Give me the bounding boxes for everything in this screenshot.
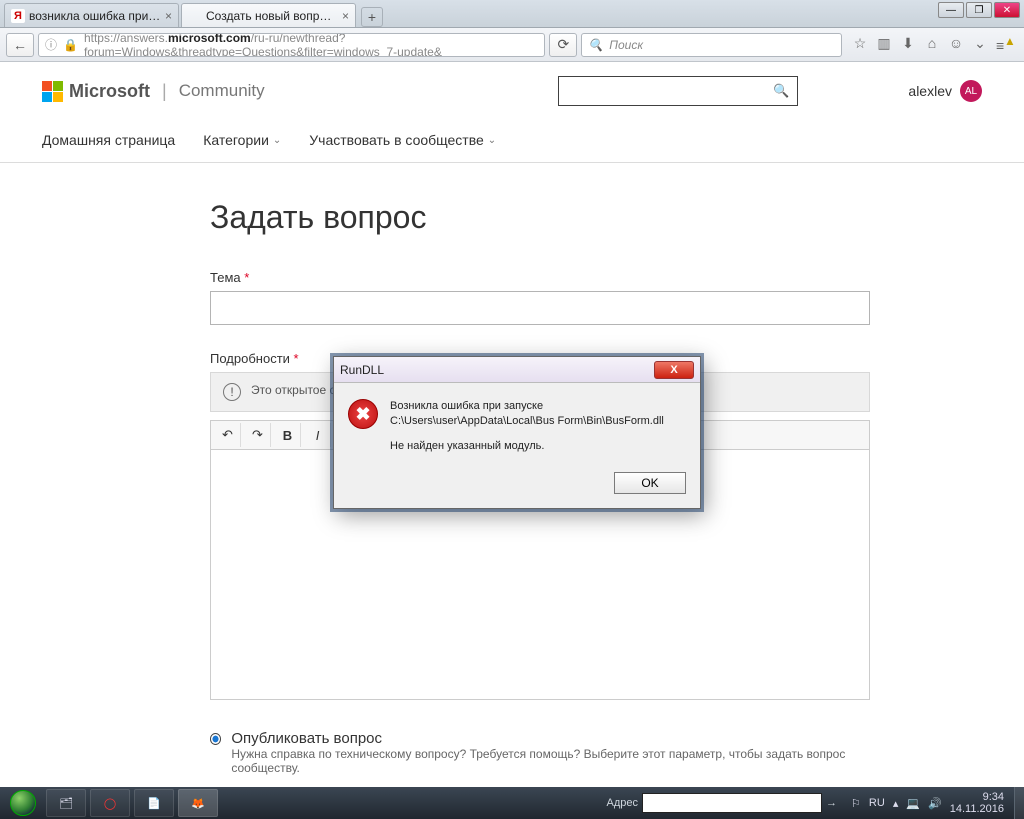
- error-icon: ✖: [348, 399, 378, 429]
- home-icon[interactable]: ⌂: [924, 35, 940, 54]
- dialog-body: ✖ Возникла ошибка при запуске C:\Users\u…: [334, 383, 700, 464]
- nav-categories[interactable]: Категории⌄: [203, 132, 281, 148]
- menu-icon[interactable]: ≡▲: [996, 35, 1012, 54]
- lock-icon: 🔒: [63, 38, 78, 52]
- reload-button[interactable]: ⟳: [549, 33, 577, 57]
- chevron-down-icon: ⌄: [273, 135, 281, 146]
- new-tab-button[interactable]: +: [361, 7, 383, 27]
- tab-title: возникла ошибка при зап...: [29, 9, 161, 23]
- tab-title: Создать новый вопрос ил...: [206, 9, 338, 23]
- close-icon[interactable]: ×: [342, 9, 349, 23]
- undo-button[interactable]: ↶: [215, 423, 241, 447]
- taskbar-firefox[interactable]: 🦊: [178, 789, 218, 817]
- site-header: Microsoft | Community 🔍 alexlev AL: [0, 62, 1024, 114]
- tray-lang[interactable]: RU: [869, 797, 885, 809]
- site-search-input[interactable]: 🔍: [558, 76, 798, 106]
- maximize-button[interactable]: ❐: [966, 2, 992, 18]
- taskbar-address-input[interactable]: [642, 793, 822, 813]
- tray-up-icon[interactable]: ▴: [893, 797, 899, 810]
- browser-tabbar: Я возникла ошибка при зап... × Создать н…: [0, 0, 1024, 28]
- url-text: https://answers.microsoft.com/ru-ru/newt…: [84, 33, 538, 57]
- browser-tab-2[interactable]: Создать новый вопрос ил... ×: [181, 3, 356, 27]
- show-desktop-button[interactable]: [1014, 787, 1024, 819]
- url-input[interactable]: ⓘ 🔒 https://answers.microsoft.com/ru-ru/…: [38, 33, 545, 57]
- dialog-message-1: Возникла ошибка при запуске C:\Users\use…: [390, 399, 684, 429]
- windows-icon: [10, 790, 36, 816]
- minimize-button[interactable]: —: [938, 2, 964, 18]
- tray-clock[interactable]: 9:34 14.11.2016: [950, 791, 1008, 815]
- microsoft-logo[interactable]: Microsoft: [42, 81, 150, 102]
- publish-option[interactable]: Опубликовать вопрос Нужна справка по тех…: [210, 730, 870, 775]
- tray-flag-icon[interactable]: ⚐: [851, 797, 861, 810]
- divider: |: [162, 81, 167, 102]
- dialog-ok-button[interactable]: OK: [614, 472, 686, 494]
- chevron-down-icon: ⌄: [488, 135, 496, 146]
- taskbar-opera[interactable]: ◯: [90, 789, 130, 817]
- brand-text: Microsoft: [69, 81, 150, 102]
- search-placeholder: Поиск: [609, 38, 643, 52]
- go-icon[interactable]: →: [822, 797, 841, 809]
- subject-label: Тема *: [210, 270, 870, 285]
- bookmark-icon[interactable]: ☆: [852, 35, 868, 54]
- taskbar-address: Адрес →: [607, 793, 842, 813]
- main-nav: Домашняя страница Категории⌄ Участвовать…: [0, 114, 1024, 163]
- publish-title: Опубликовать вопрос: [231, 730, 870, 747]
- bold-button[interactable]: B: [275, 423, 301, 447]
- start-button[interactable]: [4, 789, 42, 817]
- smile-icon[interactable]: ☺: [948, 35, 964, 54]
- page-viewport: Microsoft | Community 🔍 alexlev AL Домаш…: [0, 62, 1024, 787]
- search-icon: 🔍: [588, 38, 603, 52]
- avatar: AL: [960, 80, 982, 102]
- tray-network-icon[interactable]: 💻: [906, 797, 920, 810]
- microsoft-icon: [42, 81, 63, 102]
- browser-search-input[interactable]: 🔍 Поиск: [581, 33, 842, 57]
- clock-date: 14.11.2016: [950, 803, 1004, 815]
- user-menu[interactable]: alexlev AL: [908, 80, 982, 102]
- yandex-icon: Я: [11, 9, 25, 23]
- taskbar-explorer[interactable]: 🗂: [46, 789, 86, 817]
- user-name: alexlev: [908, 83, 952, 99]
- italic-button[interactable]: I: [305, 423, 331, 447]
- close-icon[interactable]: ×: [165, 9, 172, 23]
- download-icon[interactable]: ⬇: [900, 35, 916, 54]
- browser-tab-1[interactable]: Я возникла ошибка при зап... ×: [4, 3, 179, 27]
- dialog-message-2: Не найден указанный модуль.: [390, 439, 684, 454]
- error-dialog: RunDLL X ✖ Возникла ошибка при запуске C…: [333, 356, 701, 509]
- pocket-icon[interactable]: ⌄: [972, 35, 988, 54]
- windows-taskbar: 🗂 ◯ 📄 🦊 Адрес → ⚐ RU ▴ 💻 🔊 9:34 14.11.20…: [0, 787, 1024, 819]
- window-controls: — ❐ ✕: [936, 2, 1020, 18]
- info-icon: !: [223, 383, 241, 401]
- dialog-close-button[interactable]: X: [654, 361, 694, 379]
- nav-home[interactable]: Домашняя страница: [42, 132, 175, 148]
- system-tray: ⚐ RU ▴ 💻 🔊 9:34 14.11.2016: [841, 791, 1014, 815]
- info-icon: ⓘ: [45, 36, 57, 53]
- tray-volume-icon[interactable]: 🔊: [928, 797, 942, 810]
- search-icon: 🔍: [773, 83, 789, 99]
- publish-desc: Нужна справка по техническому вопросу? Т…: [231, 747, 870, 775]
- dialog-titlebar[interactable]: RunDLL X: [334, 357, 700, 383]
- back-button[interactable]: ←: [6, 33, 34, 57]
- radio-selected[interactable]: [210, 733, 221, 745]
- toolbar-icons: ☆ ▥ ⬇ ⌂ ☺ ⌄ ≡▲: [846, 35, 1018, 54]
- subject-input[interactable]: [210, 291, 870, 325]
- nav-participate[interactable]: Участвовать в сообществе⌄: [309, 132, 496, 148]
- section-text[interactable]: Community: [179, 81, 265, 101]
- redo-button[interactable]: ↷: [245, 423, 271, 447]
- dialog-title: RunDLL: [340, 363, 384, 377]
- address-label: Адрес: [607, 797, 639, 809]
- page-title: Задать вопрос: [210, 199, 870, 236]
- microsoft-icon: [188, 9, 202, 23]
- taskbar-notepad[interactable]: 📄: [134, 789, 174, 817]
- clock-time: 9:34: [950, 791, 1004, 803]
- library-icon[interactable]: ▥: [876, 35, 892, 54]
- close-window-button[interactable]: ✕: [994, 2, 1020, 18]
- browser-toolbar: ← ⓘ 🔒 https://answers.microsoft.com/ru-r…: [0, 28, 1024, 62]
